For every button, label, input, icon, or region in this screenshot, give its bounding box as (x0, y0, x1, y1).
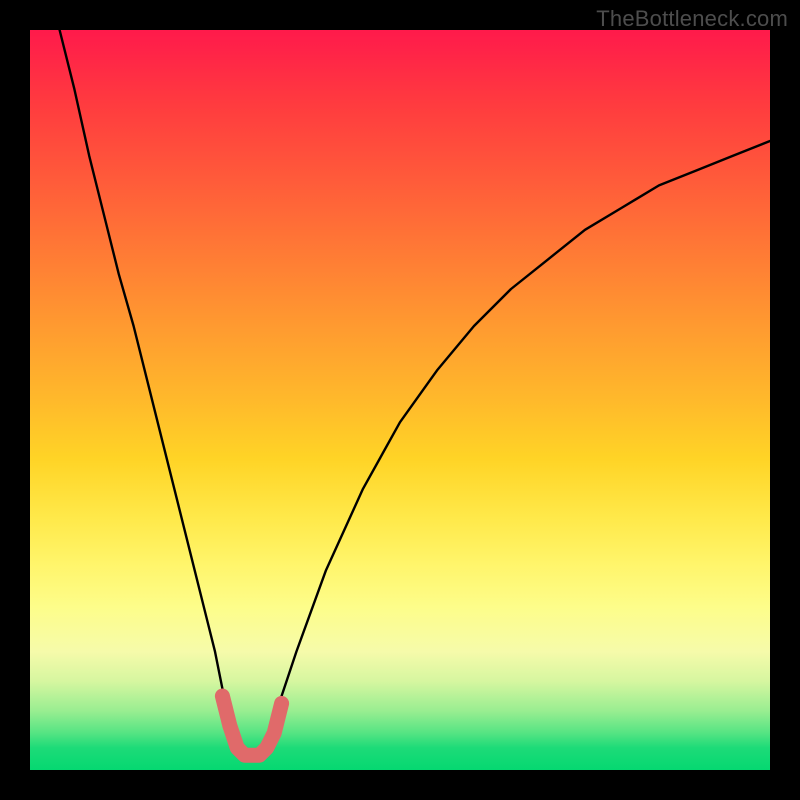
bottleneck-highlight (222, 696, 281, 755)
watermark-text: TheBottleneck.com (596, 6, 788, 32)
chart-frame: TheBottleneck.com (0, 0, 800, 800)
bottleneck-curve (60, 30, 770, 755)
plot-area (30, 30, 770, 770)
curve-svg (30, 30, 770, 770)
